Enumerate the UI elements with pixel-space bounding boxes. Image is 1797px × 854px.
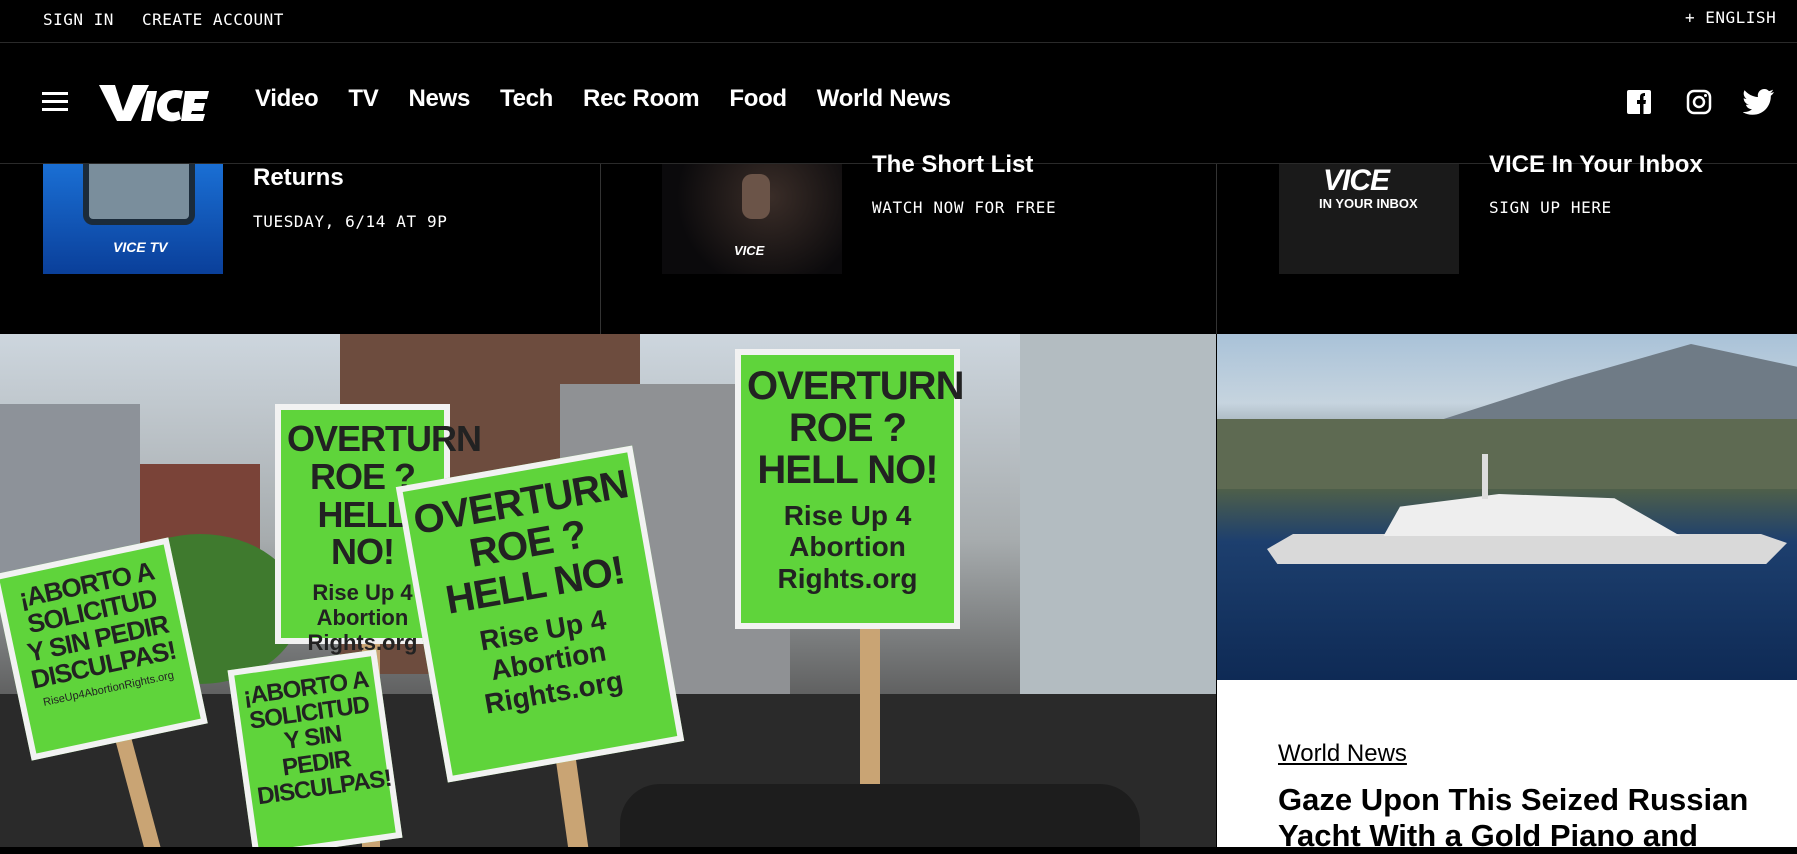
promo-thumbnail: VICE IN YOUR INBOX: [1279, 164, 1459, 274]
promo-title[interactable]: Returns: [253, 164, 344, 192]
promo-title[interactable]: The Short List: [872, 151, 1033, 179]
hero-image-yacht[interactable]: [1217, 334, 1797, 680]
facebook-icon[interactable]: [1625, 88, 1653, 116]
building: [1020, 334, 1216, 694]
protest-sign: OVERTURN ROE ? HELL NO! Rise Up 4 Aborti…: [395, 445, 685, 783]
yacht-mast: [1482, 454, 1488, 499]
promo-subtitle: SIGN UP HERE: [1489, 198, 1612, 217]
nav-link-news[interactable]: News: [409, 85, 471, 113]
hillside: [1217, 419, 1797, 489]
nav-link-tv[interactable]: TV: [348, 85, 378, 113]
nav-link-world-news[interactable]: World News: [817, 85, 951, 113]
crowd: [620, 784, 1140, 847]
protest-sign: ¡ABORTO A SOLICITUD Y SIN PEDIR DISCULPA…: [227, 649, 403, 847]
article-headline[interactable]: Gaze Upon This Seized Russian Yacht With…: [1278, 782, 1778, 854]
twitter-icon[interactable]: [1743, 88, 1775, 116]
vice-logo-small: VICE: [734, 243, 765, 258]
promo-divider: [600, 164, 601, 334]
nav-link-food[interactable]: Food: [729, 85, 787, 113]
hero-image-protest[interactable]: OVERTURN ROE ? HELL NO! Rise Up 4 Aborti…: [0, 334, 1216, 847]
promo-card[interactable]: VICE IN YOUR INBOX VICE In Your Inbox SI…: [1279, 151, 1779, 334]
nav-links: Video TV News Tech Rec Room Food World N…: [255, 85, 981, 113]
promo-thumbnail: VICE TV: [43, 164, 223, 274]
nav-link-video[interactable]: Video: [255, 85, 319, 113]
promo-title[interactable]: VICE In Your Inbox: [1489, 151, 1703, 179]
language-selector[interactable]: + ENGLISH: [1685, 8, 1776, 27]
nav-link-tech[interactable]: Tech: [500, 85, 553, 113]
vice-tv-logo: VICE TV: [113, 239, 168, 255]
protest-sign: OVERTURN ROE ? HELL NO! Rise Up 4 Aborti…: [735, 349, 964, 629]
main-nav: Video TV News Tech Rec Room Food World N…: [0, 43, 1797, 164]
sign-in-link[interactable]: SIGN IN: [43, 10, 114, 29]
promo-divider: [1216, 164, 1217, 334]
nav-link-rec-room[interactable]: Rec Room: [583, 85, 700, 113]
yacht-hull: [1267, 534, 1787, 564]
promo-card[interactable]: VICE TV Returns TUESDAY, 6/14 AT 9P: [43, 164, 583, 334]
article-card[interactable]: World News Gaze Upon This Seized Russian…: [1217, 680, 1797, 853]
vice-logo[interactable]: [95, 81, 211, 125]
promo-thumbnail: VICE: [662, 164, 842, 274]
utility-bar: SIGN IN CREATE ACCOUNT + ENGLISH: [0, 0, 1797, 43]
instagram-icon[interactable]: [1685, 88, 1713, 116]
vice-logo-small: VICE: [1323, 164, 1390, 197]
promo-card[interactable]: VICE The Short List WATCH NOW FOR FREE: [662, 151, 1202, 334]
create-account-link[interactable]: CREATE ACCOUNT: [142, 10, 284, 29]
promo-subtitle: TUESDAY, 6/14 AT 9P: [253, 212, 448, 231]
article-category-link[interactable]: World News: [1278, 740, 1407, 768]
promo-strip: VICE TV Returns TUESDAY, 6/14 AT 9P VICE…: [0, 151, 1797, 334]
promo-subtitle: WATCH NOW FOR FREE: [872, 198, 1057, 217]
inbox-label: IN YOUR INBOX: [1319, 196, 1418, 211]
menu-icon[interactable]: [42, 92, 68, 114]
